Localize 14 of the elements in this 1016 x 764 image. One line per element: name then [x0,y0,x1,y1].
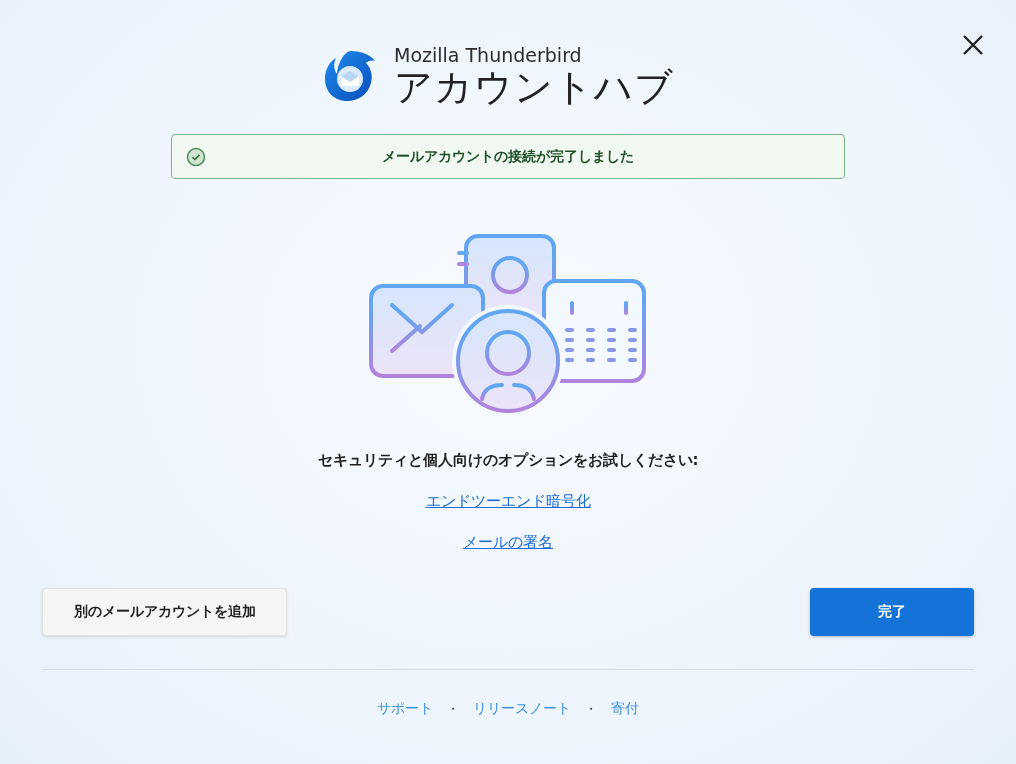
banner-message: メールアカウントの接続が完了しました [381,147,635,166]
brand-name: Mozilla Thunderbird [394,44,583,66]
footer-link[interactable]: 寄付 [611,700,639,718]
footer-link[interactable]: サポート [377,700,433,718]
separator-dot: ・ [447,700,459,718]
page-title: アカウントハブ [394,66,674,108]
options-prompt: セキュリティと個人向けのオプションをお試しください: [317,451,699,470]
check-circle-icon [186,146,206,167]
option-link[interactable]: エンドツーエンド暗号化 [425,492,591,511]
separator-dot: ・ [585,700,597,718]
done-button[interactable]: 完了 [810,588,974,636]
add-account-button[interactable]: 別のメールアカウントを追加 [42,588,287,636]
option-link[interactable]: メールの署名 [463,533,553,552]
footer-link[interactable]: リリースノート [473,700,571,718]
